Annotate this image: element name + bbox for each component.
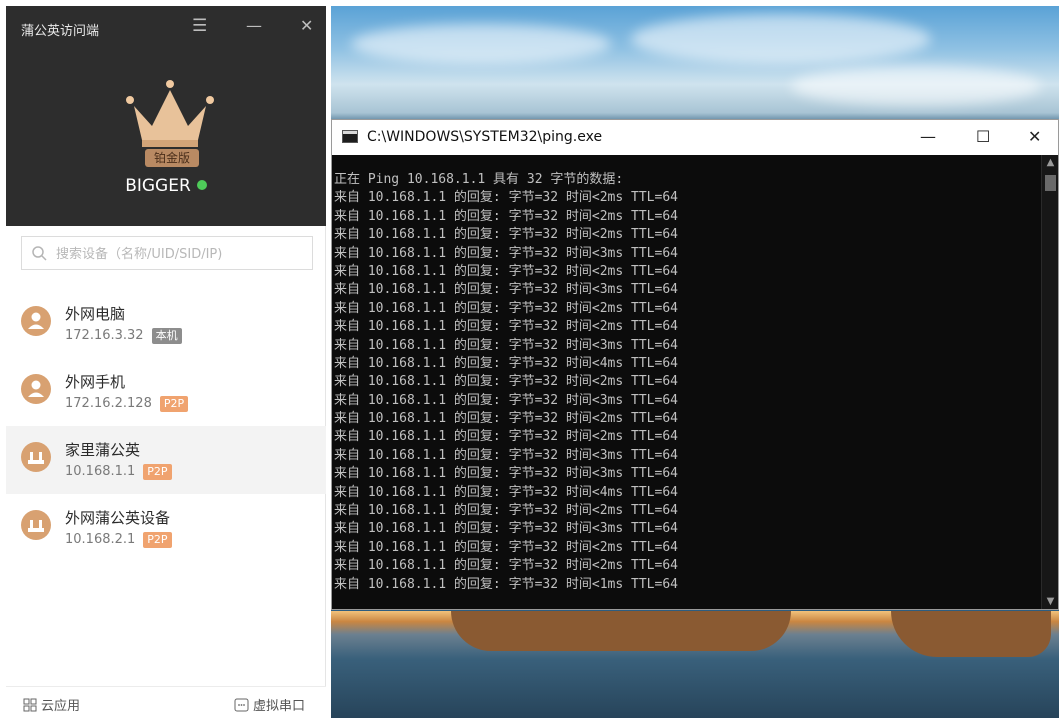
menu-icon[interactable]: ☰ [192,18,207,35]
device-ip-row: 172.16.3.32 本机 [65,328,182,344]
pgy-client-window: 蒲公英访问端 ☰ — ✕ 铂金版 BIGGER 外网电脑 172.16.3. [6,6,326,718]
device-tag: P2P [143,464,172,480]
device-tag: 本机 [151,328,182,344]
console-reply-line: 来自 10.168.1.1 的回复: 字节=32 时间<2ms TTL=64 [334,208,678,224]
device-ip-row: 10.168.2.1 P2P [65,532,172,548]
plan-badge: 铂金版 [145,149,199,167]
device-name: 外网蒲公英设备 [65,509,171,527]
console-reply-line: 来自 10.168.1.1 的回复: 字节=32 时间<4ms TTL=64 [334,484,678,500]
console-reply-line: 来自 10.168.1.1 的回复: 字节=32 时间<3ms TTL=64 [334,392,678,408]
console-maximize-button[interactable]: ☐ [976,127,990,146]
device-tag: P2P [159,396,189,412]
console-reply-line: 来自 10.168.1.1 的回复: 字节=32 时间<2ms TTL=64 [334,539,678,555]
device-item[interactable]: 外网电脑 172.16.3.32 本机 [6,290,326,358]
console-reply-line: 来自 10.168.1.1 的回复: 字节=32 时间<2ms TTL=64 [334,374,678,390]
grid-icon [23,698,37,712]
user-icon [21,374,51,404]
scroll-down-icon[interactable]: ▼ [1042,596,1059,607]
virtual-serial-label: 虚拟串口 [253,699,306,714]
cloud-apps-label: 云应用 [41,699,81,714]
close-button[interactable]: ✕ [300,18,313,34]
search-icon [32,246,47,261]
router-icon [21,510,51,540]
device-name: 家里蒲公英 [65,441,141,459]
username-text: BIGGER [125,176,191,196]
device-name: 外网手机 [65,373,126,391]
minimize-button[interactable]: — [246,18,262,34]
console-title: C:\WINDOWS\SYSTEM32\ping.exe [367,129,603,145]
user-icon [21,306,51,336]
client-header: 蒲公英访问端 ☰ — ✕ 铂金版 BIGGER [6,6,326,226]
virtual-serial-button[interactable]: 虚拟串口 [234,695,305,714]
console-reply-line: 来自 10.168.1.1 的回复: 字节=32 时间<2ms TTL=64 [334,190,678,206]
console-reply-line: 来自 10.168.1.1 的回复: 字节=32 时间<3ms TTL=64 [334,447,678,463]
console-reply-line: 来自 10.168.1.1 的回复: 字节=32 时间<3ms TTL=64 [334,466,678,482]
console-minimize-button[interactable]: — [920,127,936,146]
device-ip: 172.16.3.32 [65,328,144,343]
scroll-thumb[interactable] [1045,175,1056,191]
console-titlebar[interactable]: C:\WINDOWS\SYSTEM32\ping.exe — ☐ ✕ [332,120,1058,155]
scroll-up-icon[interactable]: ▲ [1042,157,1059,168]
device-item[interactable]: 外网手机 172.16.2.128 P2P [6,358,326,426]
console-reply-line: 来自 10.168.1.1 的回复: 字节=32 时间<3ms TTL=64 [334,282,678,298]
device-list: 外网电脑 172.16.3.32 本机 外网手机 172.16.2.128 P2P … [6,290,326,562]
console-app-icon [342,130,358,143]
console-output: 正在 Ping 10.168.1.1 具有 32 字节的数据: 来自 10.16… [332,155,1041,609]
device-item[interactable]: 外网蒲公英设备 10.168.2.1 P2P [6,494,326,562]
console-reply-line: 来自 10.168.1.1 的回复: 字节=32 时间<3ms TTL=64 [334,245,678,261]
console-reply-line: 来自 10.168.1.1 的回复: 字节=32 时间<3ms TTL=64 [334,521,678,537]
device-ip: 172.16.2.128 [65,396,152,411]
app-title: 蒲公英访问端 [21,24,100,39]
console-header-line: 正在 Ping 10.168.1.1 具有 32 字节的数据: [334,172,624,187]
console-reply-line: 来自 10.168.1.1 的回复: 字节=32 时间<2ms TTL=64 [334,227,678,243]
device-ip: 10.168.1.1 [65,464,136,479]
console-reply-line: 来自 10.168.1.1 的回复: 字节=32 时间<2ms TTL=64 [334,319,678,335]
device-name: 外网电脑 [65,305,126,323]
console-close-button[interactable]: ✕ [1028,127,1041,146]
device-ip: 10.168.2.1 [65,532,136,547]
router-icon [21,442,51,472]
console-reply-line: 来自 10.168.1.1 的回复: 字节=32 时间<2ms TTL=64 [334,300,678,316]
username: BIGGER [6,176,326,196]
console-reply-line: 来自 10.168.1.1 的回复: 字节=32 时间<1ms TTL=64 [334,576,678,592]
serial-port-icon [234,698,249,712]
client-bottom-bar: 云应用 虚拟串口 [6,686,326,718]
crown-icon [126,80,214,147]
console-reply-line: 来自 10.168.1.1 的回复: 字节=32 时间<2ms TTL=64 [334,263,678,279]
console-reply-line: 来自 10.168.1.1 的回复: 字节=32 时间<2ms TTL=64 [334,558,678,574]
console-reply-line: 来自 10.168.1.1 的回复: 字节=32 时间<3ms TTL=64 [334,337,678,353]
cloud-apps-button[interactable]: 云应用 [23,695,80,714]
search-input[interactable] [56,243,306,265]
device-tag: P2P [143,532,172,548]
console-reply-line: 来自 10.168.1.1 的回复: 字节=32 时间<2ms TTL=64 [334,503,678,519]
console-reply-line: 来自 10.168.1.1 的回复: 字节=32 时间<2ms TTL=64 [334,411,678,427]
sea-image [331,611,1059,718]
device-ip-row: 172.16.2.128 P2P [65,396,189,412]
ping-console-window: C:\WINDOWS\SYSTEM32\ping.exe — ☐ ✕ 正在 Pi… [331,119,1059,610]
console-reply-line: 来自 10.168.1.1 的回复: 字节=32 时间<2ms TTL=64 [334,429,678,445]
console-scrollbar[interactable]: ▲ ▼ [1041,155,1058,609]
online-status-icon [196,180,207,190]
device-ip-row: 10.168.1.1 P2P [65,464,172,480]
console-reply-line: 来自 10.168.1.1 的回复: 字节=32 时间<4ms TTL=64 [334,355,678,371]
device-search-box[interactable] [21,236,313,270]
device-item-selected[interactable]: 家里蒲公英 10.168.1.1 P2P [6,426,326,494]
